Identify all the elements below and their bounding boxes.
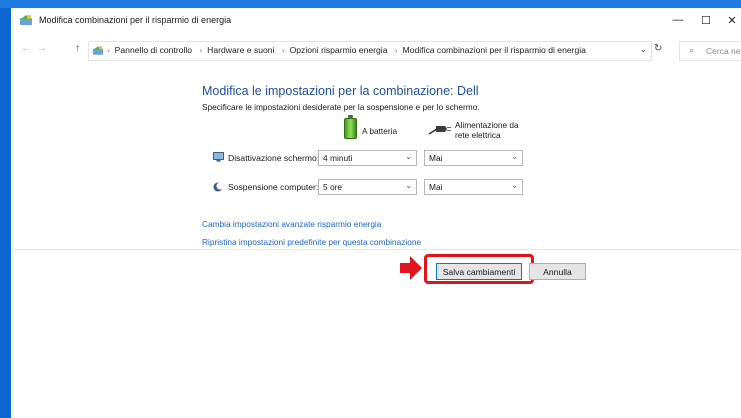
- save-changes-button[interactable]: Salva cambiamenti: [436, 263, 522, 280]
- breadcrumb-item[interactable]: Pannello di controllo: [115, 45, 192, 55]
- screen-off-label: Disattivazione schermo:: [228, 153, 320, 163]
- column-plugged-label-line2: rete elettrica: [455, 130, 501, 140]
- battery-icon: [344, 115, 357, 139]
- select-value: 4 minuti: [323, 153, 353, 163]
- sleep-battery-select[interactable]: 5 ore ⌄: [318, 179, 417, 195]
- control-panel-window: Modifica combinazioni per il risparmio d…: [11, 8, 741, 418]
- red-arrow-annotation: [400, 256, 422, 280]
- maximize-button[interactable]: ☐: [692, 8, 720, 32]
- sleep-label: Sospensione computer:: [228, 182, 319, 192]
- breadcrumb-item[interactable]: Hardware e suoni: [207, 45, 274, 55]
- search-box[interactable]: ⌕ Cerca ne...: [679, 41, 741, 61]
- title-bar: Modifica combinazioni per il risparmio d…: [11, 8, 741, 32]
- address-dropdown-icon[interactable]: ⌄: [639, 44, 647, 55]
- chevron-down-icon: ⌄: [511, 181, 518, 190]
- divider: [11, 249, 741, 250]
- screen-off-plugged-select[interactable]: Mai ⌄: [424, 150, 523, 166]
- breadcrumb-item[interactable]: Modifica combinazioni per il risparmio d…: [403, 45, 586, 55]
- plug-icon: [428, 126, 451, 135]
- desktop-left-edge: [0, 8, 11, 418]
- select-value: 5 ore: [323, 182, 343, 192]
- desktop-strip: [0, 0, 741, 8]
- breadcrumb-separator: ›: [107, 46, 110, 55]
- minimize-button[interactable]: —: [664, 8, 692, 32]
- control-panel-icon: [20, 15, 32, 25]
- address-bar[interactable]: › Pannello di controllo › Hardware e suoni…: [88, 41, 652, 61]
- chevron-down-icon: ⌄: [511, 152, 518, 161]
- column-battery-label: A batteria: [362, 126, 398, 136]
- cancel-button[interactable]: Annulla: [529, 263, 586, 280]
- column-plugged-label-line1: Alimentazione da: [455, 120, 519, 130]
- breadcrumb: › Pannello di controllo › Hardware e suoni…: [107, 45, 586, 55]
- select-value: Mai: [429, 182, 443, 192]
- moon-icon: [213, 182, 224, 192]
- page-subtitle: Specificare le impostazioni desiderate p…: [202, 102, 480, 112]
- breadcrumb-separator: ›: [199, 46, 203, 55]
- chevron-down-icon: ⌄: [405, 181, 412, 190]
- search-input[interactable]: Cerca ne...: [706, 46, 741, 56]
- window-title: Modifica combinazioni per il risparmio d…: [39, 15, 232, 25]
- control-panel-icon: [92, 46, 104, 55]
- sleep-plugged-select[interactable]: Mai ⌄: [424, 179, 523, 195]
- restore-defaults-link[interactable]: Ripristina impostazioni predefinite per …: [202, 237, 421, 247]
- forward-arrow-icon[interactable]: →: [37, 43, 47, 54]
- breadcrumb-item[interactable]: Opzioni risparmio energia: [290, 45, 388, 55]
- page-title: Modifica le impostazioni per la combinaz…: [202, 84, 479, 98]
- back-arrow-icon[interactable]: ←: [21, 43, 31, 54]
- monitor-icon: [213, 152, 224, 162]
- search-icon: ⌕: [689, 45, 695, 55]
- breadcrumb-separator: ›: [281, 46, 285, 55]
- screen-off-battery-select[interactable]: 4 minuti ⌄: [318, 150, 417, 166]
- up-arrow-icon[interactable]: ↑: [75, 43, 80, 54]
- refresh-icon[interactable]: ↻: [654, 43, 662, 54]
- address-row: ← → ↑ › Pannello di controllo › Hardware e…: [11, 39, 741, 61]
- advanced-settings-link[interactable]: Cambia impostazioni avanzate risparmio e…: [202, 219, 381, 229]
- close-button[interactable]: ✕: [718, 8, 741, 32]
- select-value: Mai: [429, 153, 443, 163]
- chevron-down-icon: ⌄: [405, 152, 412, 161]
- breadcrumb-separator: ›: [394, 46, 398, 55]
